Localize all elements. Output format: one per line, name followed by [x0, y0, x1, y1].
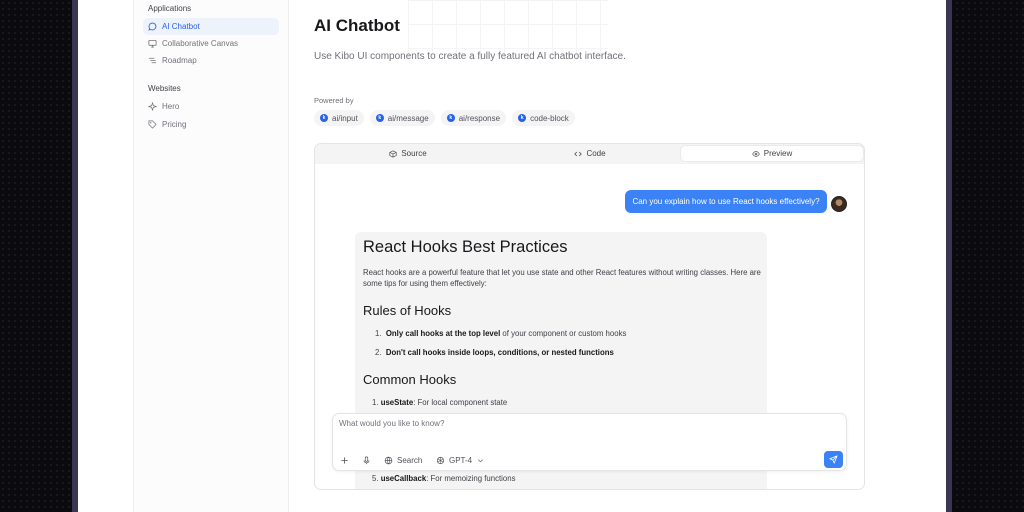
page-description: Use Kibo UI components to create a fully…: [314, 51, 626, 62]
sidebar-item-label: Pricing: [162, 120, 187, 129]
response-subheading-common: Common Hooks: [363, 372, 457, 387]
sidebar-item-label: AI Chatbot: [162, 22, 200, 31]
app-frame: Applications AI Chatbot Collaborative Ca…: [78, 0, 946, 512]
list-icon: [148, 56, 157, 65]
powered-by-label: Powered by: [314, 96, 354, 105]
monitor-icon: [148, 39, 157, 48]
microphone-button[interactable]: [362, 454, 371, 467]
avatar: [831, 196, 847, 212]
kibo-logo-icon: k: [446, 114, 455, 122]
list-number: 2.: [375, 348, 382, 357]
microphone-icon: [363, 456, 370, 465]
tab-source[interactable]: Source: [317, 146, 499, 161]
list-item-text: : For memoizing functions: [426, 474, 516, 483]
main-content: AI Chatbot Use Kibo UI components to cre…: [314, 0, 924, 512]
page-title: AI Chatbot: [314, 16, 400, 35]
chip-ai-response[interactable]: k ai/response: [440, 110, 507, 126]
send-button[interactable]: [824, 451, 843, 468]
tab-label: Source: [401, 149, 427, 158]
chip-label: ai/response: [458, 113, 501, 123]
add-attachment-button[interactable]: [340, 454, 349, 467]
openai-icon: [436, 456, 445, 465]
list-item: 2. Don't call hooks inside loops, condit…: [375, 348, 614, 357]
list-item-bold: useCallback: [380, 474, 427, 483]
list-number: 1.: [375, 329, 382, 338]
chat-input-box: Search GPT-4: [332, 413, 847, 471]
tab-label: Preview: [763, 149, 793, 158]
kibo-logo-icon: k: [518, 114, 527, 122]
list-item: 1. useState: For local component state: [372, 398, 507, 407]
sidebar-group-applications: Applications: [148, 4, 192, 13]
box-icon: [389, 149, 397, 158]
sidebar-item-label: Hero: [162, 102, 180, 111]
sidebar-item-collaborative-canvas[interactable]: Collaborative Canvas: [143, 35, 279, 52]
chip-label: code-block: [530, 113, 569, 123]
chip-code-block[interactable]: k code-block: [512, 110, 575, 126]
sidebar-item-ai-chatbot[interactable]: AI Chatbot: [143, 18, 279, 35]
search-button[interactable]: Search: [384, 454, 422, 467]
list-number: 1.: [372, 398, 379, 407]
sidebar: Applications AI Chatbot Collaborative Ca…: [133, 0, 289, 512]
list-item-text: of your component or custom hooks: [500, 329, 627, 338]
chevron-down-icon: [478, 459, 484, 463]
tag-icon: [148, 120, 157, 129]
tab-code[interactable]: Code: [499, 146, 681, 161]
eye-icon: [752, 150, 760, 157]
window-border-right: [946, 0, 952, 512]
kibo-logo-icon: k: [375, 114, 384, 122]
list-item-bold: Don't call hooks inside loops, condition…: [385, 348, 614, 357]
sidebar-group-websites: Websites: [148, 84, 181, 93]
sidebar-item-roadmap[interactable]: Roadmap: [143, 52, 279, 69]
list-item-bold: useState: [380, 398, 414, 407]
demo-panel: Source Code Preview Can you explain how …: [314, 143, 865, 490]
code-icon: [574, 151, 583, 156]
kibo-logo-icon: k: [320, 114, 328, 122]
sidebar-item-label: Roadmap: [162, 56, 197, 65]
model-label: GPT-4: [449, 456, 473, 465]
globe-icon: [384, 456, 393, 465]
model-select[interactable]: GPT-4: [436, 454, 485, 467]
chip-label: ai/input: [332, 113, 358, 123]
list-item: 1. Only call hooks at the top level of y…: [375, 329, 626, 338]
message-circle-icon: [148, 22, 157, 31]
response-intro: React hooks are a powerful feature that …: [363, 268, 761, 288]
demo-tabs: Source Code Preview: [315, 144, 864, 164]
list-item: 5. useCallback: For memoizing functions: [372, 474, 515, 483]
response-heading: React Hooks Best Practices: [363, 238, 568, 256]
response-subheading-rules: Rules of Hooks: [363, 303, 452, 318]
list-number: 5.: [372, 474, 379, 483]
component-chips: k ai/input k ai/message k ai/response k …: [314, 110, 575, 126]
chip-label: ai/message: [387, 113, 429, 123]
user-message-bubble: Can you explain how to use React hooks e…: [625, 190, 827, 213]
sidebar-item-pricing[interactable]: Pricing: [143, 116, 279, 133]
sidebar-item-hero[interactable]: Hero: [143, 98, 279, 115]
tab-label: Code: [586, 149, 606, 158]
search-label: Search: [397, 456, 423, 465]
send-icon: [829, 455, 838, 464]
sidebar-item-label: Collaborative Canvas: [162, 39, 239, 48]
prompt-input[interactable]: [339, 419, 839, 437]
plus-icon: [341, 457, 348, 464]
chip-ai-message[interactable]: k ai/message: [369, 110, 435, 126]
tab-preview[interactable]: Preview: [681, 146, 863, 161]
list-item-text: : For local component state: [413, 398, 508, 407]
sparkles-icon: [148, 102, 157, 111]
list-item-bold: Only call hooks at the top level: [385, 329, 501, 338]
chip-ai-input[interactable]: k ai/input: [314, 110, 364, 126]
